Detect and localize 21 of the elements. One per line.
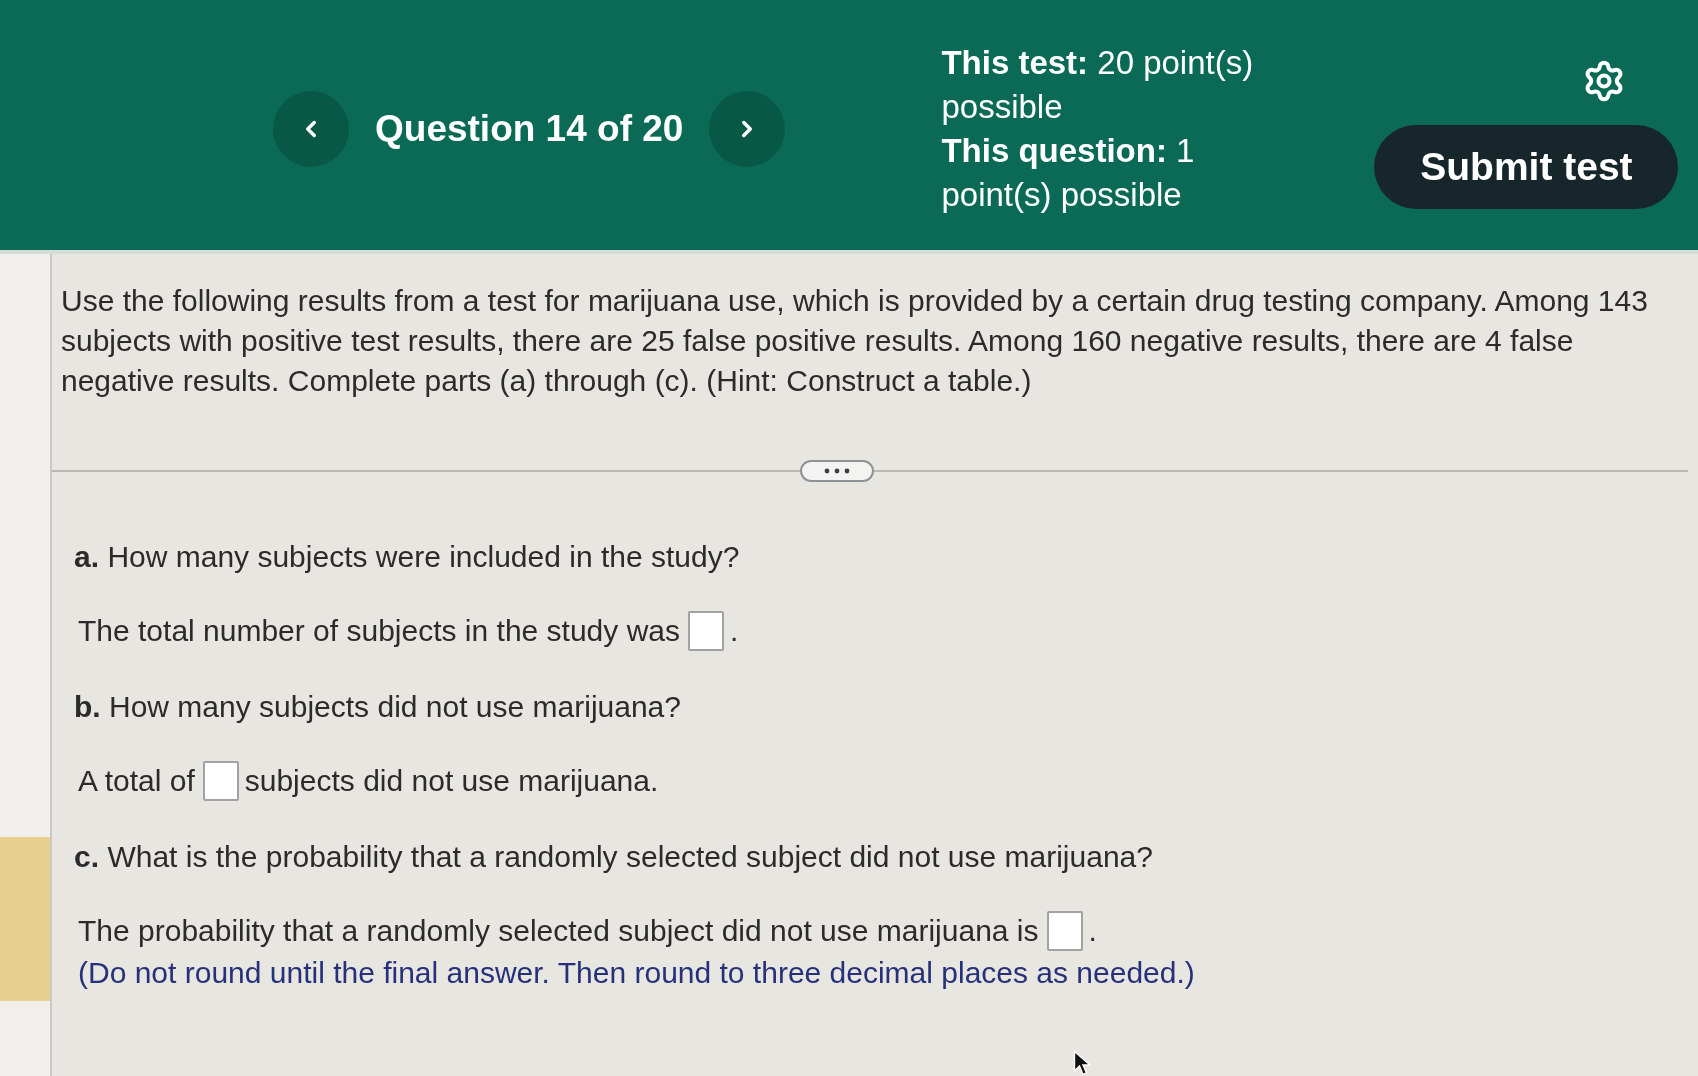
submit-test-button[interactable]: Submit test <box>1374 125 1679 209</box>
question-counter: Question 14 of 20 <box>375 108 684 150</box>
question-text: Use the following results from a test for marijuana use, which is provided by a certain drug testing company. Among 143 subjects with positive test results, there are 25 false positive results. Among 160 negative results, there are 4 false negative results. Complete parts (a) through (c). (Hint: Construct a table.) <box>61 283 1649 399</box>
answer-text: The total number of subjects in the study was <box>78 613 680 649</box>
answer-text: The probability that a randomly selected subject did not use marijuana is <box>78 913 1039 949</box>
ellipsis-icon <box>824 468 850 474</box>
answer-text: subjects did not use marijuana. <box>244 763 659 799</box>
cursor-icon <box>1073 1050 1092 1076</box>
points-info: This test: 20 point(s) possible <box>941 43 1255 127</box>
points-info: This question: 1 point(s) possible <box>941 131 1196 215</box>
rounding-note: (Do not round until the final answer. Then round to three decimal places as needed.) <box>78 955 1196 991</box>
part-question: a. How many subjects were included in the study? <box>74 539 741 575</box>
part-question: c. What is the probability that a randomly selected subject did not use marijuana? <box>74 839 1154 875</box>
answer-text: . <box>1088 913 1097 949</box>
answer-box[interactable] <box>1046 911 1083 951</box>
answer-box[interactable] <box>688 611 724 651</box>
answer-text: . <box>730 613 739 649</box>
answer-box[interactable] <box>202 761 239 801</box>
part-question: b. How many subjects did not use marijuana? <box>74 689 682 725</box>
answer-text: A total of <box>78 763 195 799</box>
expand-button[interactable] <box>800 460 874 482</box>
